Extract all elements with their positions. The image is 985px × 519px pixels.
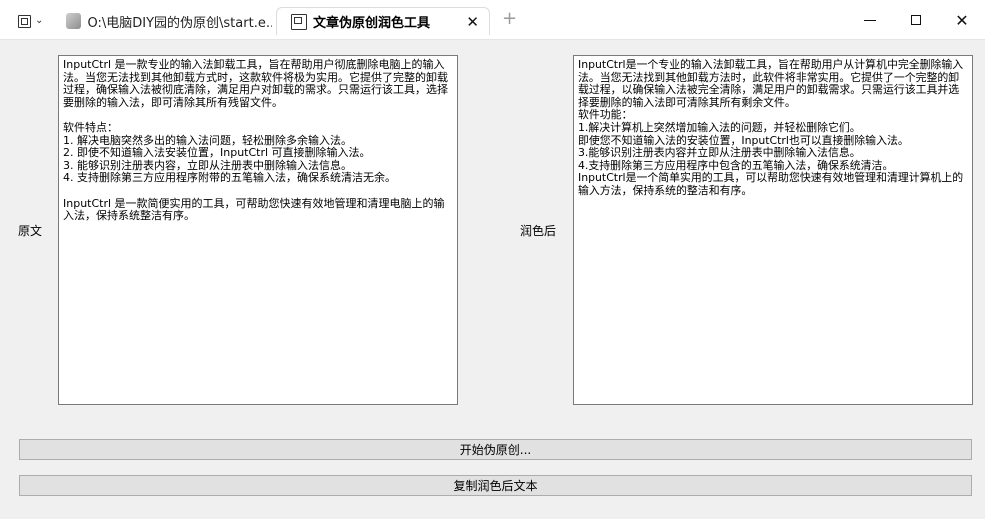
close-button[interactable]: ✕ bbox=[939, 0, 985, 40]
tab-label: O:\电脑DIY园的伪原创\start.e... bbox=[87, 15, 272, 31]
tab-polish-tool[interactable]: 文章伪原创润色工具 ✕ bbox=[276, 7, 490, 35]
copy-polished-text-button[interactable]: 复制润色后文本 bbox=[19, 475, 972, 496]
maximize-button[interactable] bbox=[893, 0, 939, 40]
polished-text-area[interactable]: InputCtrl是一个专业的输入法卸载工具，旨在帮助用户从计算机中完全删除输入… bbox=[573, 55, 973, 405]
window-icon bbox=[18, 14, 31, 28]
polished-text-label: 润色后 bbox=[520, 224, 557, 238]
maximize-icon bbox=[911, 15, 921, 25]
original-text-label: 原文 bbox=[18, 224, 43, 238]
window-app-icon bbox=[291, 13, 307, 30]
minimize-button[interactable] bbox=[847, 0, 893, 40]
app-file-icon bbox=[66, 13, 82, 29]
new-tab-icon[interactable]: + bbox=[502, 10, 517, 28]
start-rewrite-button[interactable]: 开始伪原创... bbox=[19, 439, 972, 460]
original-text-area[interactable]: InputCtrl 是一款专业的输入法卸载工具，旨在帮助用户彻底删除电脑上的输入… bbox=[58, 55, 458, 405]
system-menu-button[interactable]: ⌄ bbox=[18, 12, 50, 30]
minimize-icon bbox=[864, 19, 876, 21]
close-tab-icon[interactable]: ✕ bbox=[466, 13, 479, 31]
tab-label: 文章伪原创润色工具 bbox=[313, 16, 431, 31]
chevron-down-icon: ⌄ bbox=[35, 15, 44, 26]
window-controls: ✕ bbox=[847, 0, 985, 40]
title-bar: ⌄ O:\电脑DIY园的伪原创\start.e... 文章伪原创润色工具 ✕ +… bbox=[0, 0, 985, 40]
close-icon: ✕ bbox=[955, 10, 969, 30]
tab-start-file[interactable]: O:\电脑DIY园的伪原创\start.e... bbox=[60, 7, 272, 35]
